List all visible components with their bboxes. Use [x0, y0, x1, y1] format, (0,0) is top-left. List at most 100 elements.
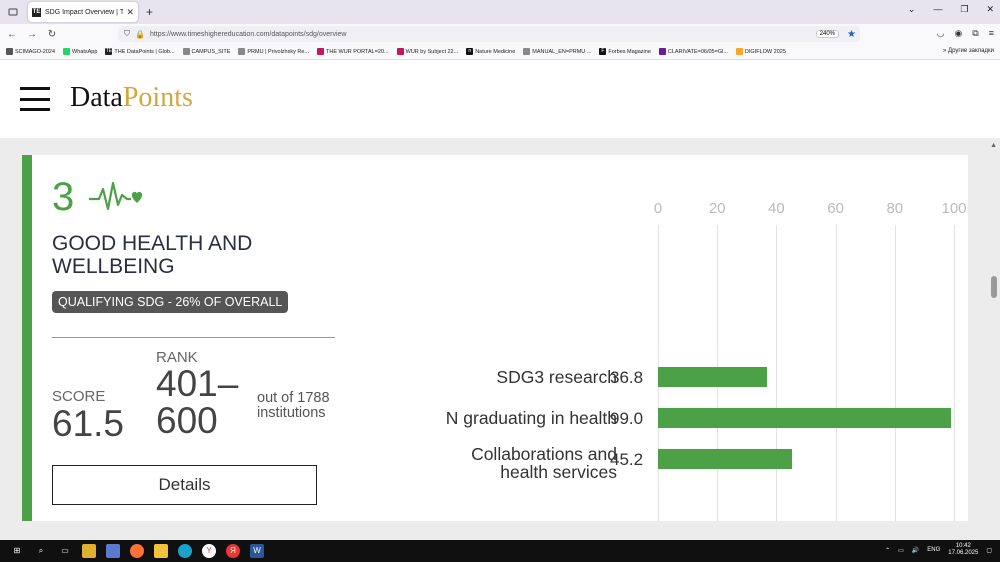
notifications-icon[interactable]: ▢ [986, 547, 992, 554]
clock-time: 10:42 [955, 543, 971, 549]
language-indicator[interactable]: ENG [927, 547, 940, 553]
institutions-count: out of 1788 institutions [257, 390, 330, 421]
sdg-number: 3 [52, 175, 75, 219]
bookmark-item[interactable]: THE WUR PORTAL=20... [317, 48, 389, 55]
office-app-icon[interactable] [106, 544, 120, 558]
chart-gridline [894, 225, 896, 521]
search-icon[interactable]: ⌕ [34, 544, 48, 558]
bookmark-label: SCIMAGO-2024 [15, 48, 56, 55]
bookmark-favicon-icon: F [599, 48, 607, 55]
datapoints-logo[interactable]: DataPoints [70, 82, 193, 114]
tab-favicon: TE [32, 7, 41, 17]
bookmark-item[interactable]: PRMU | Privolzhsky Re... [238, 48, 309, 55]
bookmark-favicon-icon [238, 48, 246, 55]
metric-label: N graduating in health [445, 408, 617, 428]
bookmark-favicon-icon [317, 48, 325, 55]
bookmark-label: PRMU | Privolzhsky Re... [247, 48, 310, 55]
metric-value: 99.0 [610, 409, 644, 428]
other-bookmarks[interactable]: » Другие закладки [943, 48, 994, 54]
yandex-app-icon[interactable]: Я [226, 544, 240, 558]
bookmark-item[interactable]: SCIMAGO-2024 [6, 48, 55, 55]
bookmark-label: CLARIVATE=06/05=Gl... [667, 48, 728, 55]
metrics-bar-chart: 0 20 40 60 80 100 SDG3 research 36.8 N graduatin… [372, 195, 968, 521]
bookmark-label: WhatsApp [72, 48, 98, 55]
bookmark-item[interactable]: DIGIFLOW 2025 [735, 48, 786, 55]
bookmark-label: Nature Medicine [475, 48, 516, 55]
bookmark-item[interactable]: CAMPUS_SITE [182, 48, 231, 55]
qualifying-badge: QUALIFYING SDG - 26% OF OVERALL [52, 291, 289, 313]
bookmark-favicon-icon: n [466, 48, 474, 55]
x-tick-label: 60 [827, 200, 844, 217]
network-icon[interactable]: ▭ [898, 547, 904, 554]
pocket-icon[interactable]: ◡ [937, 28, 945, 39]
site-header: DataPoints [0, 60, 1000, 138]
forward-icon[interactable]: → [24, 29, 40, 40]
address-bar[interactable]: ⛉ 🔒 https://www.timeshighereducation.com… [118, 26, 860, 42]
system-tray: ⌃ ▭ 🔊 ENG 10:42 17.06.2025 ▢ [885, 543, 992, 557]
back-icon[interactable]: ← [4, 29, 20, 40]
bookmark-favicon-icon [658, 48, 666, 55]
bookmark-item[interactable]: CLARIVATE=06/05=Gl... [658, 48, 728, 55]
bookmark-star-icon[interactable]: ★ [847, 29, 856, 40]
bookmark-favicon-icon [182, 48, 190, 55]
window-controls: ⌄ — ❐ ✕ [908, 4, 994, 15]
tab-close-icon[interactable]: ✕ [126, 7, 134, 18]
tab-title: SDG Impact Overview | THE Dat [45, 8, 124, 16]
yandex-browser-icon[interactable]: Y [202, 544, 216, 558]
firefox-icon[interactable] [130, 544, 144, 558]
bookmarks-bar: SCIMAGO-2024 WhatsApp TE THE DataPoints | G… [0, 44, 1000, 60]
score-value: 61.5 [52, 403, 125, 444]
file-explorer-icon[interactable] [154, 544, 168, 558]
tab-list-icon[interactable] [2, 1, 24, 23]
word-icon[interactable]: W [250, 544, 264, 558]
zoom-badge[interactable]: 240% [815, 30, 840, 38]
lock-icon[interactable]: 🔒 [135, 30, 145, 39]
new-tab-button[interactable]: + [146, 5, 153, 19]
x-tick-label: 40 [768, 200, 785, 217]
bookmark-item[interactable]: TE THE DataPoints | Glob... [105, 48, 175, 55]
bookmark-item[interactable]: n Nature Medicine [466, 48, 515, 55]
windows-start-icon[interactable]: ⊞ [10, 544, 24, 558]
bookmark-label: Forbes Magazine [608, 48, 651, 55]
os-taskbar: ⊞ ⌕ ▭ Y Я W ⌃ ▭ 🔊 ENG 10:42 17.06.2025 ▢ [0, 540, 1000, 562]
reload-icon[interactable]: ↻ [44, 29, 60, 40]
browser-tab-active[interactable]: TE SDG Impact Overview | THE Dat ✕ [28, 2, 138, 22]
bookmark-label: CAMPUS_SITE [191, 48, 231, 55]
bookmark-item[interactable]: WhatsApp [63, 48, 97, 55]
edge-icon[interactable] [178, 544, 192, 558]
scroll-thumb[interactable] [991, 276, 997, 298]
task-view-icon[interactable]: ▭ [58, 544, 72, 558]
bookmark-favicon-icon [523, 48, 531, 55]
volume-icon[interactable]: 🔊 [912, 547, 919, 554]
bookmark-item[interactable]: MANUAL_EN=PRMU ... [523, 48, 591, 55]
chart-bar[interactable] [658, 449, 792, 469]
menu-icon[interactable]: ≡ [989, 28, 994, 39]
chart-gridline [835, 225, 837, 521]
bookmark-item[interactable]: WUR by Subject 22... [396, 48, 458, 55]
chart-bar[interactable] [658, 367, 767, 387]
x-tick-label: 80 [886, 200, 904, 217]
shield-icon[interactable]: ⛉ [124, 29, 130, 39]
bookmark-item[interactable]: F Forbes Magazine [599, 48, 651, 55]
clock[interactable]: 10:42 17.06.2025 [948, 543, 978, 557]
chart-bar[interactable] [658, 408, 952, 428]
sdg-title: GOOD HEALTH AND WELLBEING [52, 232, 253, 278]
hamburger-menu-icon[interactable] [20, 87, 50, 111]
chevron-up-icon[interactable]: ⌃ [885, 547, 890, 554]
restore-icon[interactable]: ❐ [960, 4, 968, 15]
notes-app-icon[interactable] [82, 544, 96, 558]
scroll-up-icon[interactable]: ▲ [990, 142, 997, 149]
page-viewport: DataPoints 3 GOOD HEALTH AND WELLBEING Q… [0, 60, 1000, 540]
chevron-down-icon[interactable]: ⌄ [908, 4, 916, 15]
details-button[interactable]: Details [52, 465, 317, 505]
page-scrollbar[interactable]: ▲ [988, 138, 1000, 540]
extensions-icon[interactable]: ⧉ [972, 28, 978, 39]
minimize-icon[interactable]: — [933, 4, 942, 15]
close-window-icon[interactable]: ✕ [986, 4, 994, 15]
browser-nav-bar: ← → ↻ ⛉ 🔒 https://www.timeshighereducati… [0, 24, 1000, 44]
account-icon[interactable]: ◉ [954, 28, 962, 39]
browser-tab-bar: TE SDG Impact Overview | THE Dat ✕ + ⌄ —… [0, 0, 1000, 24]
url-text: https://www.timeshighereducation.com/dat… [149, 30, 347, 38]
x-tick-label: 20 [708, 200, 726, 217]
x-tick-label: 0 [653, 200, 663, 217]
